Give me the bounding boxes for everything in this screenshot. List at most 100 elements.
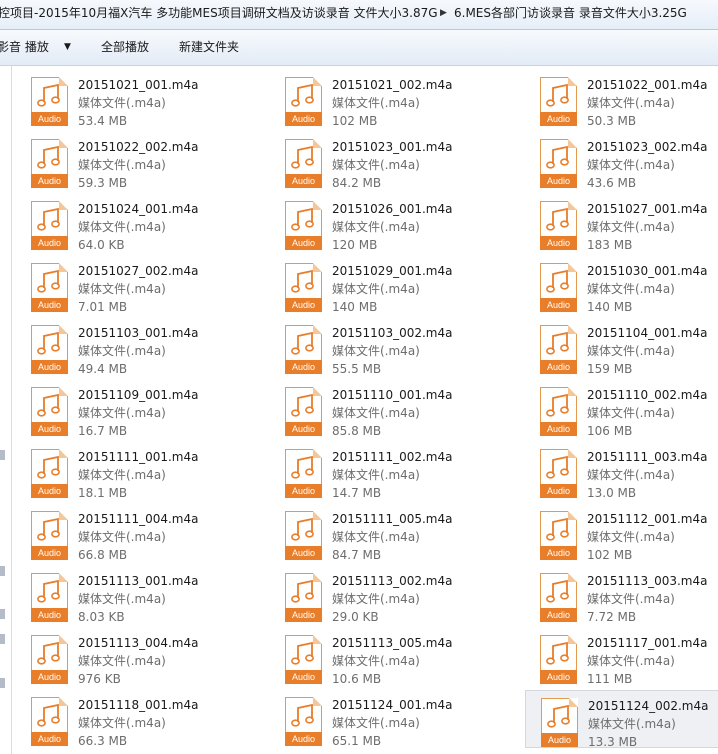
play-button[interactable]: 影音 播放 <box>0 30 49 65</box>
file-name[interactable]: 20151118_001.m4a <box>78 698 198 713</box>
file-item[interactable]: Audio 20151030_001.m4a 媒体文件(.m4a) 140 MB <box>525 256 718 314</box>
audio-badge-label: Audio <box>541 733 578 747</box>
file-name[interactable]: 20151113_003.m4a <box>587 574 707 589</box>
file-name[interactable]: 20151113_002.m4a <box>332 574 452 589</box>
file-name[interactable]: 20151027_002.m4a <box>78 264 198 279</box>
audio-badge-label: Audio <box>31 174 68 188</box>
file-name[interactable]: 20151021_002.m4a <box>332 78 452 93</box>
audio-file-icon: Audio <box>31 511 68 561</box>
file-type: 媒体文件(.m4a) <box>78 96 166 110</box>
file-type: 媒体文件(.m4a) <box>332 344 420 358</box>
music-note-icon <box>291 703 314 727</box>
music-note-icon <box>37 579 60 603</box>
file-name[interactable]: 20151027_001.m4a <box>587 202 707 217</box>
file-name[interactable]: 20151110_002.m4a <box>587 388 707 403</box>
file-item[interactable]: Audio 20151113_004.m4a 媒体文件(.m4a) 976 KB <box>16 628 246 686</box>
file-item[interactable]: Audio 20151112_001.m4a 媒体文件(.m4a) 102 MB <box>525 504 718 562</box>
file-name[interactable]: 20151113_004.m4a <box>78 636 198 651</box>
file-item[interactable]: Audio 20151023_001.m4a 媒体文件(.m4a) 84.2 MB <box>270 132 500 190</box>
file-name[interactable]: 20151111_002.m4a <box>332 450 452 465</box>
audio-file-icon: Audio <box>31 449 68 499</box>
file-name[interactable]: 20151023_001.m4a <box>332 140 452 155</box>
file-item[interactable]: Audio 20151111_001.m4a 媒体文件(.m4a) 18.1 MB <box>16 442 246 500</box>
file-item[interactable]: Audio 20151124_001.m4a 媒体文件(.m4a) 65.1 MB <box>270 690 500 748</box>
file-item[interactable]: Audio 20151103_001.m4a 媒体文件(.m4a) 49.4 MB <box>16 318 246 376</box>
file-item[interactable]: Audio 20151029_001.m4a 媒体文件(.m4a) 140 MB <box>270 256 500 314</box>
file-name[interactable]: 20151109_001.m4a <box>78 388 198 403</box>
file-size: 140 MB <box>587 300 633 314</box>
file-item[interactable]: Audio 20151024_001.m4a 媒体文件(.m4a) 64.0 KB <box>16 194 246 252</box>
file-item[interactable]: Audio 20151111_004.m4a 媒体文件(.m4a) 66.8 MB <box>16 504 246 562</box>
audio-badge-label: Audio <box>31 546 68 560</box>
file-name[interactable]: 20151124_002.m4a <box>588 699 708 714</box>
music-note-icon <box>37 455 60 479</box>
file-name[interactable]: 20151112_001.m4a <box>587 512 707 527</box>
audio-file-icon: Audio <box>285 201 322 251</box>
file-name[interactable]: 20151029_001.m4a <box>332 264 452 279</box>
file-item[interactable]: Audio 20151124_002.m4a 媒体文件(.m4a) 13.3 MB <box>525 690 718 749</box>
play-all-button[interactable]: 全部播放 <box>101 30 149 65</box>
file-size: 976 KB <box>78 672 121 686</box>
file-name[interactable]: 20151104_001.m4a <box>587 326 707 341</box>
play-dropdown-icon[interactable]: ▼ <box>64 30 71 65</box>
music-note-icon <box>291 393 314 417</box>
file-name[interactable]: 20151026_001.m4a <box>332 202 452 217</box>
file-item[interactable]: Audio 20151113_001.m4a 媒体文件(.m4a) 8.03 KB <box>16 566 246 624</box>
file-item[interactable]: Audio 20151027_001.m4a 媒体文件(.m4a) 183 MB <box>525 194 718 252</box>
navigation-pane[interactable] <box>0 66 12 754</box>
file-item[interactable]: Audio 20151026_001.m4a 媒体文件(.m4a) 120 MB <box>270 194 500 252</box>
file-name[interactable]: 20151111_003.m4a <box>587 450 707 465</box>
file-item[interactable]: Audio 20151113_005.m4a 媒体文件(.m4a) 10.6 MB <box>270 628 500 686</box>
music-note-icon <box>291 269 314 293</box>
file-name[interactable]: 20151113_005.m4a <box>332 636 452 651</box>
music-note-icon <box>291 83 314 107</box>
file-item[interactable]: Audio 20151110_002.m4a 媒体文件(.m4a) 106 MB <box>525 380 718 438</box>
file-item[interactable]: Audio 20151117_001.m4a 媒体文件(.m4a) 111 MB <box>525 628 718 686</box>
file-name[interactable]: 20151111_001.m4a <box>78 450 198 465</box>
music-note-icon <box>291 455 314 479</box>
file-item[interactable]: Audio 20151023_002.m4a 媒体文件(.m4a) 43.6 MB <box>525 132 718 190</box>
file-item[interactable]: Audio 20151111_005.m4a 媒体文件(.m4a) 84.7 MB <box>270 504 500 562</box>
breadcrumb-current-folder[interactable]: 6.MES各部门访谈录音 录音文件大小3.25G <box>454 0 687 26</box>
file-item[interactable]: Audio 20151021_002.m4a 媒体文件(.m4a) 102 MB <box>270 70 500 128</box>
audio-file-icon: Audio <box>540 511 577 561</box>
file-name[interactable]: 20151022_001.m4a <box>587 78 707 93</box>
file-name[interactable]: 20151021_001.m4a <box>78 78 198 93</box>
file-name[interactable]: 20151023_002.m4a <box>587 140 707 155</box>
file-name[interactable]: 20151022_002.m4a <box>78 140 198 155</box>
file-name[interactable]: 20151110_001.m4a <box>332 388 452 403</box>
file-item[interactable]: Audio 20151104_001.m4a 媒体文件(.m4a) 159 MB <box>525 318 718 376</box>
file-item[interactable]: Audio 20151022_001.m4a 媒体文件(.m4a) 50.3 MB <box>525 70 718 128</box>
new-folder-button[interactable]: 新建文件夹 <box>179 30 239 65</box>
file-item[interactable]: Audio 20151103_002.m4a 媒体文件(.m4a) 55.5 MB <box>270 318 500 376</box>
file-name[interactable]: 20151111_005.m4a <box>332 512 452 527</box>
file-item[interactable]: Audio 20151110_001.m4a 媒体文件(.m4a) 85.8 MB <box>270 380 500 438</box>
audio-file-icon: Audio <box>540 387 577 437</box>
music-note-icon <box>37 331 60 355</box>
file-item[interactable]: Audio 20151113_002.m4a 媒体文件(.m4a) 29.0 KB <box>270 566 500 624</box>
file-name[interactable]: 20151103_002.m4a <box>332 326 452 341</box>
file-name[interactable]: 20151124_001.m4a <box>332 698 452 713</box>
file-name[interactable]: 20151024_001.m4a <box>78 202 198 217</box>
file-list: Audio 20151021_001.m4a 媒体文件(.m4a) 53.4 MB Au… <box>13 66 718 754</box>
file-name[interactable]: 20151103_001.m4a <box>78 326 198 341</box>
file-name[interactable]: 20151030_001.m4a <box>587 264 707 279</box>
address-bar[interactable]: 控项目-2015年10月福X汽车 多功能MES项目调研文档及访谈录音 文件大小3… <box>0 0 718 30</box>
file-item[interactable]: Audio 20151111_003.m4a 媒体文件(.m4a) 13.0 MB <box>525 442 718 500</box>
breadcrumb-separator-icon[interactable]: ▶ <box>440 0 447 26</box>
file-item[interactable]: Audio 20151118_001.m4a 媒体文件(.m4a) 66.3 MB <box>16 690 246 748</box>
audio-badge-label: Audio <box>285 546 322 560</box>
file-item[interactable]: Audio 20151113_003.m4a 媒体文件(.m4a) 7.72 MB <box>525 566 718 624</box>
file-name[interactable]: 20151111_004.m4a <box>78 512 198 527</box>
breadcrumb-parent-folder[interactable]: 控项目-2015年10月福X汽车 多功能MES项目调研文档及访谈录音 文件大小3… <box>0 0 438 26</box>
file-name[interactable]: 20151113_001.m4a <box>78 574 198 589</box>
file-item[interactable]: Audio 20151109_001.m4a 媒体文件(.m4a) 16.7 MB <box>16 380 246 438</box>
file-item[interactable]: Audio 20151111_002.m4a 媒体文件(.m4a) 14.7 MB <box>270 442 500 500</box>
music-note-icon <box>546 641 569 665</box>
file-item[interactable]: Audio 20151021_001.m4a 媒体文件(.m4a) 53.4 MB <box>16 70 246 128</box>
file-type: 媒体文件(.m4a) <box>587 530 675 544</box>
audio-file-icon: Audio <box>285 511 322 561</box>
file-name[interactable]: 20151117_001.m4a <box>587 636 707 651</box>
file-item[interactable]: Audio 20151027_002.m4a 媒体文件(.m4a) 7.01 MB <box>16 256 246 314</box>
file-item[interactable]: Audio 20151022_002.m4a 媒体文件(.m4a) 59.3 MB <box>16 132 246 190</box>
